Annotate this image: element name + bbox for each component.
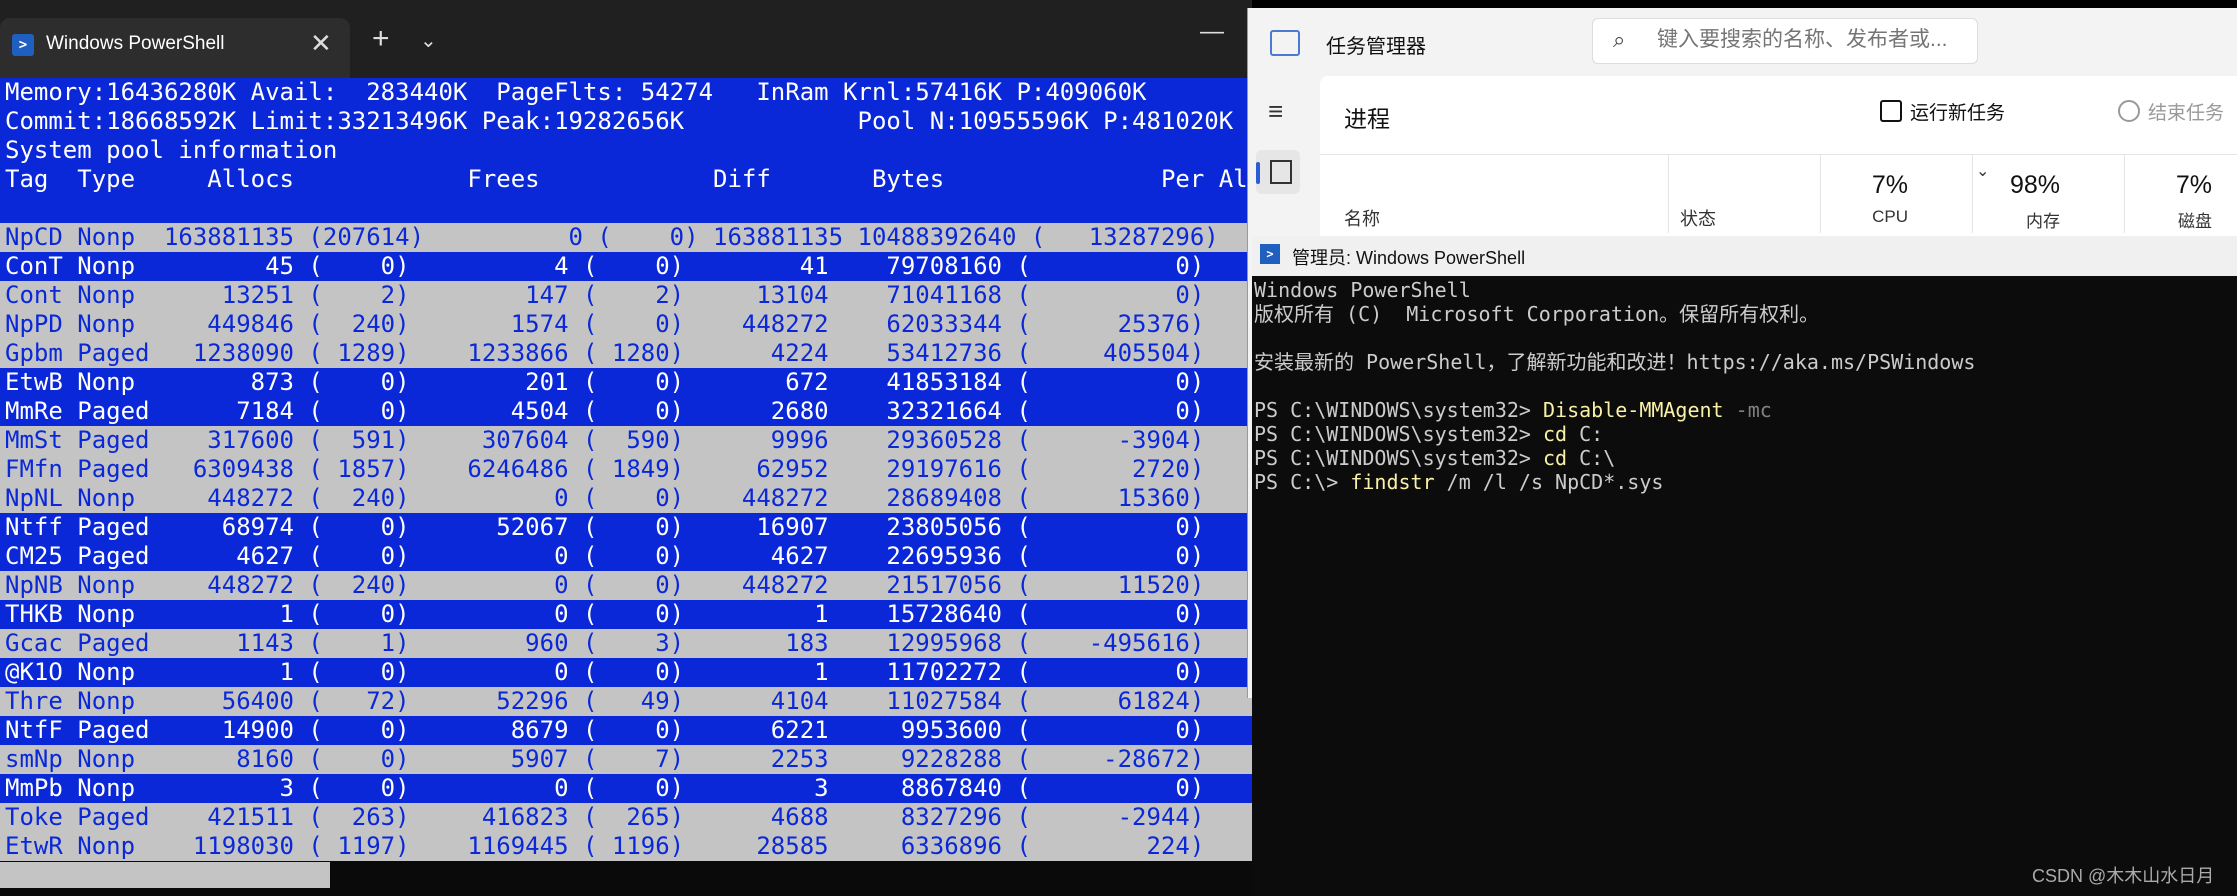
blank-line xyxy=(0,194,1252,223)
admin-titlebar[interactable]: > 管理员: Windows PowerShell xyxy=(1252,236,2237,276)
pool-row: smNp Nonp 8160 ( 0) 5907 ( 7) 2253 92282… xyxy=(0,745,1252,774)
pool-table: NpCD Nonp 163881135 (207614) 0 ( 0) 1638… xyxy=(0,223,1252,861)
pool-row: Gpbm Paged 1238090 ( 1289) 1233866 ( 128… xyxy=(0,339,1252,368)
pool-row: Gcac Paged 1143 ( 1) 960 ( 3) 183 129959… xyxy=(0,629,1252,658)
prompt: PS C:\WINDOWS\system32> xyxy=(1254,398,1543,422)
column-cpu[interactable]: 7% CPU xyxy=(1820,155,1920,233)
minimize-button[interactable]: — xyxy=(1200,18,1224,46)
powershell-icon: > xyxy=(1260,244,1280,264)
search-input[interactable] xyxy=(1655,27,1959,53)
selection-indicator xyxy=(1256,162,1260,184)
pool-row: NpNB Nonp 448272 ( 240) 0 ( 0) 448272 21… xyxy=(0,571,1252,600)
run-new-task-label: 运行新任务 xyxy=(1910,103,2006,124)
prompt: PS C:\WINDOWS\system32> xyxy=(1254,446,1543,470)
run-new-task-button[interactable]: 运行新任务 xyxy=(1880,98,2005,125)
new-tab-button[interactable]: + xyxy=(372,22,390,56)
argument: C:\ xyxy=(1567,446,1616,470)
argument: C: xyxy=(1567,422,1604,446)
column-name[interactable]: 名称 xyxy=(1344,205,1380,231)
pool-row: Toke Paged 421511 ( 263) 416823 ( 265) 4… xyxy=(0,803,1252,832)
admin-powershell-window: > 管理员: Windows PowerShell Windows PowerS… xyxy=(1252,236,2237,896)
processes-icon xyxy=(1270,160,1292,184)
pool-row: EtwR Nonp 1198030 ( 1197) 1169445 ( 1196… xyxy=(0,832,1252,861)
commit-line: Commit:18668592K Limit:33213496K Peak:19… xyxy=(0,107,1252,136)
disk-percent: 7% xyxy=(2175,171,2212,199)
end-task-icon xyxy=(2118,100,2140,122)
horizontal-scrollbar[interactable] xyxy=(0,862,330,888)
console-command-line: PS C:\WINDOWS\system32> cd C:\ xyxy=(1254,446,2234,470)
watermark: CSDN @木木山水日月 xyxy=(2032,866,2215,886)
end-task-label: 结束任务 xyxy=(2148,103,2225,124)
column-divider[interactable] xyxy=(1668,155,1669,233)
tab-bar: > Windows PowerShell ✕ + ⌄ — xyxy=(0,0,1252,78)
terminal-window: > Windows PowerShell ✕ + ⌄ — Memory:1643… xyxy=(0,0,1252,896)
pool-row: NpPD Nonp 449846 ( 240) 1574 ( 0) 448272… xyxy=(0,310,1252,339)
close-tab-icon[interactable]: ✕ xyxy=(310,28,332,59)
parameter: -mc xyxy=(1723,398,1772,422)
pool-row: NpNL Nonp 448272 ( 240) 0 ( 0) 448272 28… xyxy=(0,484,1252,513)
console-command-line: PS C:\WINDOWS\system32> Disable-MMAgent … xyxy=(1254,398,2234,422)
tab-windows-powershell[interactable]: > Windows PowerShell ✕ xyxy=(0,18,350,78)
memory-percent: 98% xyxy=(2009,171,2060,199)
column-status[interactable]: 状态 xyxy=(1680,205,1716,231)
disk-label: 磁盘 xyxy=(2178,212,2212,231)
memory-line: Memory:16436280K Avail: 283440K PageFlts… xyxy=(0,78,1252,107)
pool-row: ConT Nonp 45 ( 0) 4 ( 0) 41 79708160 ( 0… xyxy=(0,252,1252,281)
pool-row: Thre Nonp 56400 ( 72) 52296 ( 49) 4104 1… xyxy=(0,687,1252,716)
console-banner: Windows PowerShell xyxy=(1254,278,1471,302)
command: findstr xyxy=(1350,470,1435,494)
search-box[interactable]: ⌕ xyxy=(1592,18,1978,64)
console-command-line: PS C:\> findstr /m /l /s NpCD*.sys xyxy=(1254,470,2234,494)
command: Disable-MMAgent xyxy=(1542,398,1724,422)
console-copyright: 版权所有 (C) Microsoft Corporation。保留所有权利。 xyxy=(1254,302,1820,326)
run-task-icon xyxy=(1880,100,1902,122)
pool-info-heading: System pool information xyxy=(0,136,1252,165)
end-task-button[interactable]: 结束任务 xyxy=(2118,98,2224,125)
console-command-line: PS C:\WINDOWS\system32> cd C: xyxy=(1254,422,2234,446)
column-header-line: Tag Type Allocs Frees Diff Bytes Per Al xyxy=(0,165,1252,194)
hamburger-menu-icon[interactable]: ≡ xyxy=(1268,96,1283,127)
pool-row: FMfn Paged 6309438 ( 1857) 6246486 ( 184… xyxy=(0,455,1252,484)
console-upgrade-notice: 安装最新的 PowerShell，了解新功能和改进！https://aka.ms… xyxy=(1254,350,1976,374)
task-manager-icon xyxy=(1270,30,1300,56)
pool-row: MmSt Paged 317600 ( 591) 307604 ( 590) 9… xyxy=(0,426,1252,455)
pool-row: @K1O Nonp 1 ( 0) 0 ( 0) 1 11702272 ( 0) … xyxy=(0,658,1252,687)
nav-processes[interactable] xyxy=(1256,150,1300,194)
cpu-label: CPU xyxy=(1872,207,1908,226)
prompt: PS C:\WINDOWS\system32> xyxy=(1254,422,1543,446)
argument: /m /l /s NpCD*.sys xyxy=(1434,470,1664,494)
pool-row: THKB Nonp 1 ( 0) 0 ( 0) 1 15728640 ( 0) … xyxy=(0,600,1252,629)
pool-row: EtwB Nonp 873 ( 0) 201 ( 0) 672 41853184… xyxy=(0,368,1252,397)
pool-row: NpCD Nonp 163881135 (207614) 0 ( 0) 1638… xyxy=(0,223,1252,252)
search-icon: ⌕ xyxy=(1613,27,1626,52)
pool-row: NtfF Paged 14900 ( 0) 8679 ( 0) 6221 995… xyxy=(0,716,1252,745)
tab-title: Windows PowerShell xyxy=(46,33,225,54)
pool-row: MmRe Paged 7184 ( 0) 4504 ( 0) 2680 3232… xyxy=(0,397,1252,426)
admin-window-title: 管理员: Windows PowerShell xyxy=(1292,248,1526,268)
prompt: PS C:\> xyxy=(1254,470,1351,494)
pool-row: MmPb Nonp 3 ( 0) 0 ( 0) 3 8867840 ( 0) 2… xyxy=(0,774,1252,803)
poolmon-console[interactable]: Memory:16436280K Avail: 283440K PageFlts… xyxy=(0,78,1252,878)
process-column-headers: 名称 状态 7% CPU ⌄ 98% 内存 7% 磁盘 xyxy=(1320,154,2237,233)
command: cd xyxy=(1542,422,1568,446)
task-manager-title: 任务管理器 xyxy=(1326,36,1426,58)
pool-row: Ntff Paged 68974 ( 0) 52067 ( 0) 16907 2… xyxy=(0,513,1252,542)
memory-label: 内存 xyxy=(2026,212,2060,231)
powershell-icon: > xyxy=(12,34,34,56)
column-memory[interactable]: 98% 内存 xyxy=(1972,155,2072,233)
tab-dropdown-icon[interactable]: ⌄ xyxy=(420,28,437,53)
cpu-percent: 7% xyxy=(1871,171,1908,199)
pool-row: Cont Nonp 13251 ( 2) 147 ( 2) 13104 7104… xyxy=(0,281,1252,310)
pool-row: CM25 Paged 4627 ( 0) 0 ( 0) 4627 2269593… xyxy=(0,542,1252,571)
column-disk[interactable]: 7% 磁盘 xyxy=(2124,155,2224,233)
section-title: 进程 xyxy=(1344,106,1390,132)
admin-console[interactable]: Windows PowerShell 版权所有 (C) Microsoft Co… xyxy=(1254,278,2234,494)
command: cd xyxy=(1542,446,1568,470)
